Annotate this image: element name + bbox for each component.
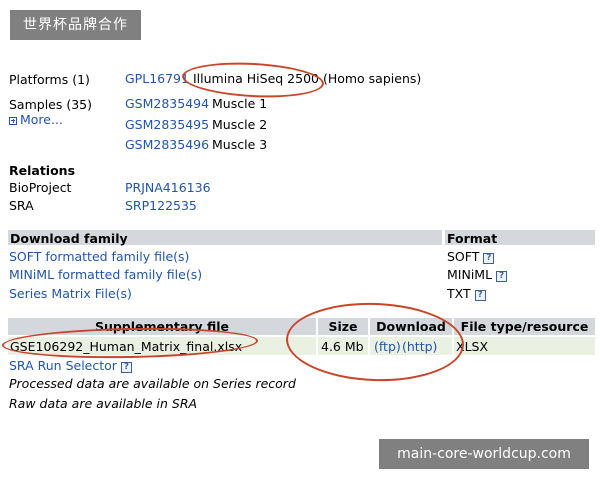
ftp-download-link[interactable]: (ftp) xyxy=(374,339,401,354)
watermark-top: 世界杯品牌合作 xyxy=(10,10,141,40)
download-family-header: Download family xyxy=(10,231,128,246)
supp-size-header: Size xyxy=(328,319,358,334)
platform-description: Illumina HiSeq 2500 (Homo sapiens) xyxy=(193,71,422,86)
http-download-link[interactable]: (http) xyxy=(402,339,437,354)
sample-name: Muscle 2 xyxy=(212,117,268,132)
supp-download-header: Download xyxy=(376,319,446,334)
sample-link[interactable]: GSM2835495 xyxy=(125,117,209,132)
more-samples-link[interactable]: More... xyxy=(9,112,63,127)
supp-file-size: 4.6 Mb xyxy=(321,339,364,354)
sra-run-selector: SRA Run Selector? xyxy=(9,358,132,373)
miniml-family-file-link[interactable]: MINiML formatted family file(s) xyxy=(9,267,202,282)
series-matrix-file-link[interactable]: Series Matrix File(s) xyxy=(9,286,132,301)
supp-file-header: Supplementary file xyxy=(94,319,230,334)
format-header: Format xyxy=(447,231,498,246)
help-icon[interactable]: ? xyxy=(496,271,508,282)
supp-file-name: GSE106292_Human_Matrix_final.xlsx xyxy=(10,339,243,354)
sample-link[interactable]: GSM2835494 xyxy=(125,96,209,111)
supp-file-type: XLSX xyxy=(456,339,489,354)
sample-name: Muscle 3 xyxy=(212,137,268,152)
platform-link[interactable]: GPL16791 xyxy=(125,71,189,86)
format-value: TXT? xyxy=(447,286,486,301)
more-label: More... xyxy=(20,112,63,127)
format-value: MINiML? xyxy=(447,267,508,282)
watermark-bottom: main-core-worldcup.com xyxy=(379,439,589,469)
sample-name: Muscle 1 xyxy=(212,96,268,111)
raw-data-note: Raw data are available in SRA xyxy=(9,396,198,411)
sra-label: SRA xyxy=(9,198,34,213)
samples-label: Samples (35) xyxy=(9,97,93,112)
sra-run-selector-link[interactable]: SRA Run Selector xyxy=(9,358,117,373)
format-value: SOFT? xyxy=(447,249,495,264)
supp-type-header: File type/resource xyxy=(460,319,589,334)
relations-heading: Relations xyxy=(9,163,76,178)
help-icon[interactable]: ? xyxy=(474,290,486,301)
sra-link[interactable]: SRP122535 xyxy=(125,198,197,213)
help-icon[interactable]: ? xyxy=(483,253,495,264)
plus-icon xyxy=(9,116,17,125)
bioproject-link[interactable]: PRJNA416136 xyxy=(125,180,211,195)
bioproject-label: BioProject xyxy=(9,180,72,195)
sample-link[interactable]: GSM2835496 xyxy=(125,137,209,152)
platforms-label: Platforms (1) xyxy=(9,72,90,87)
help-icon[interactable]: ? xyxy=(120,362,132,373)
soft-family-file-link[interactable]: SOFT formatted family file(s) xyxy=(9,249,189,264)
processed-data-note: Processed data are available on Series r… xyxy=(9,376,296,391)
